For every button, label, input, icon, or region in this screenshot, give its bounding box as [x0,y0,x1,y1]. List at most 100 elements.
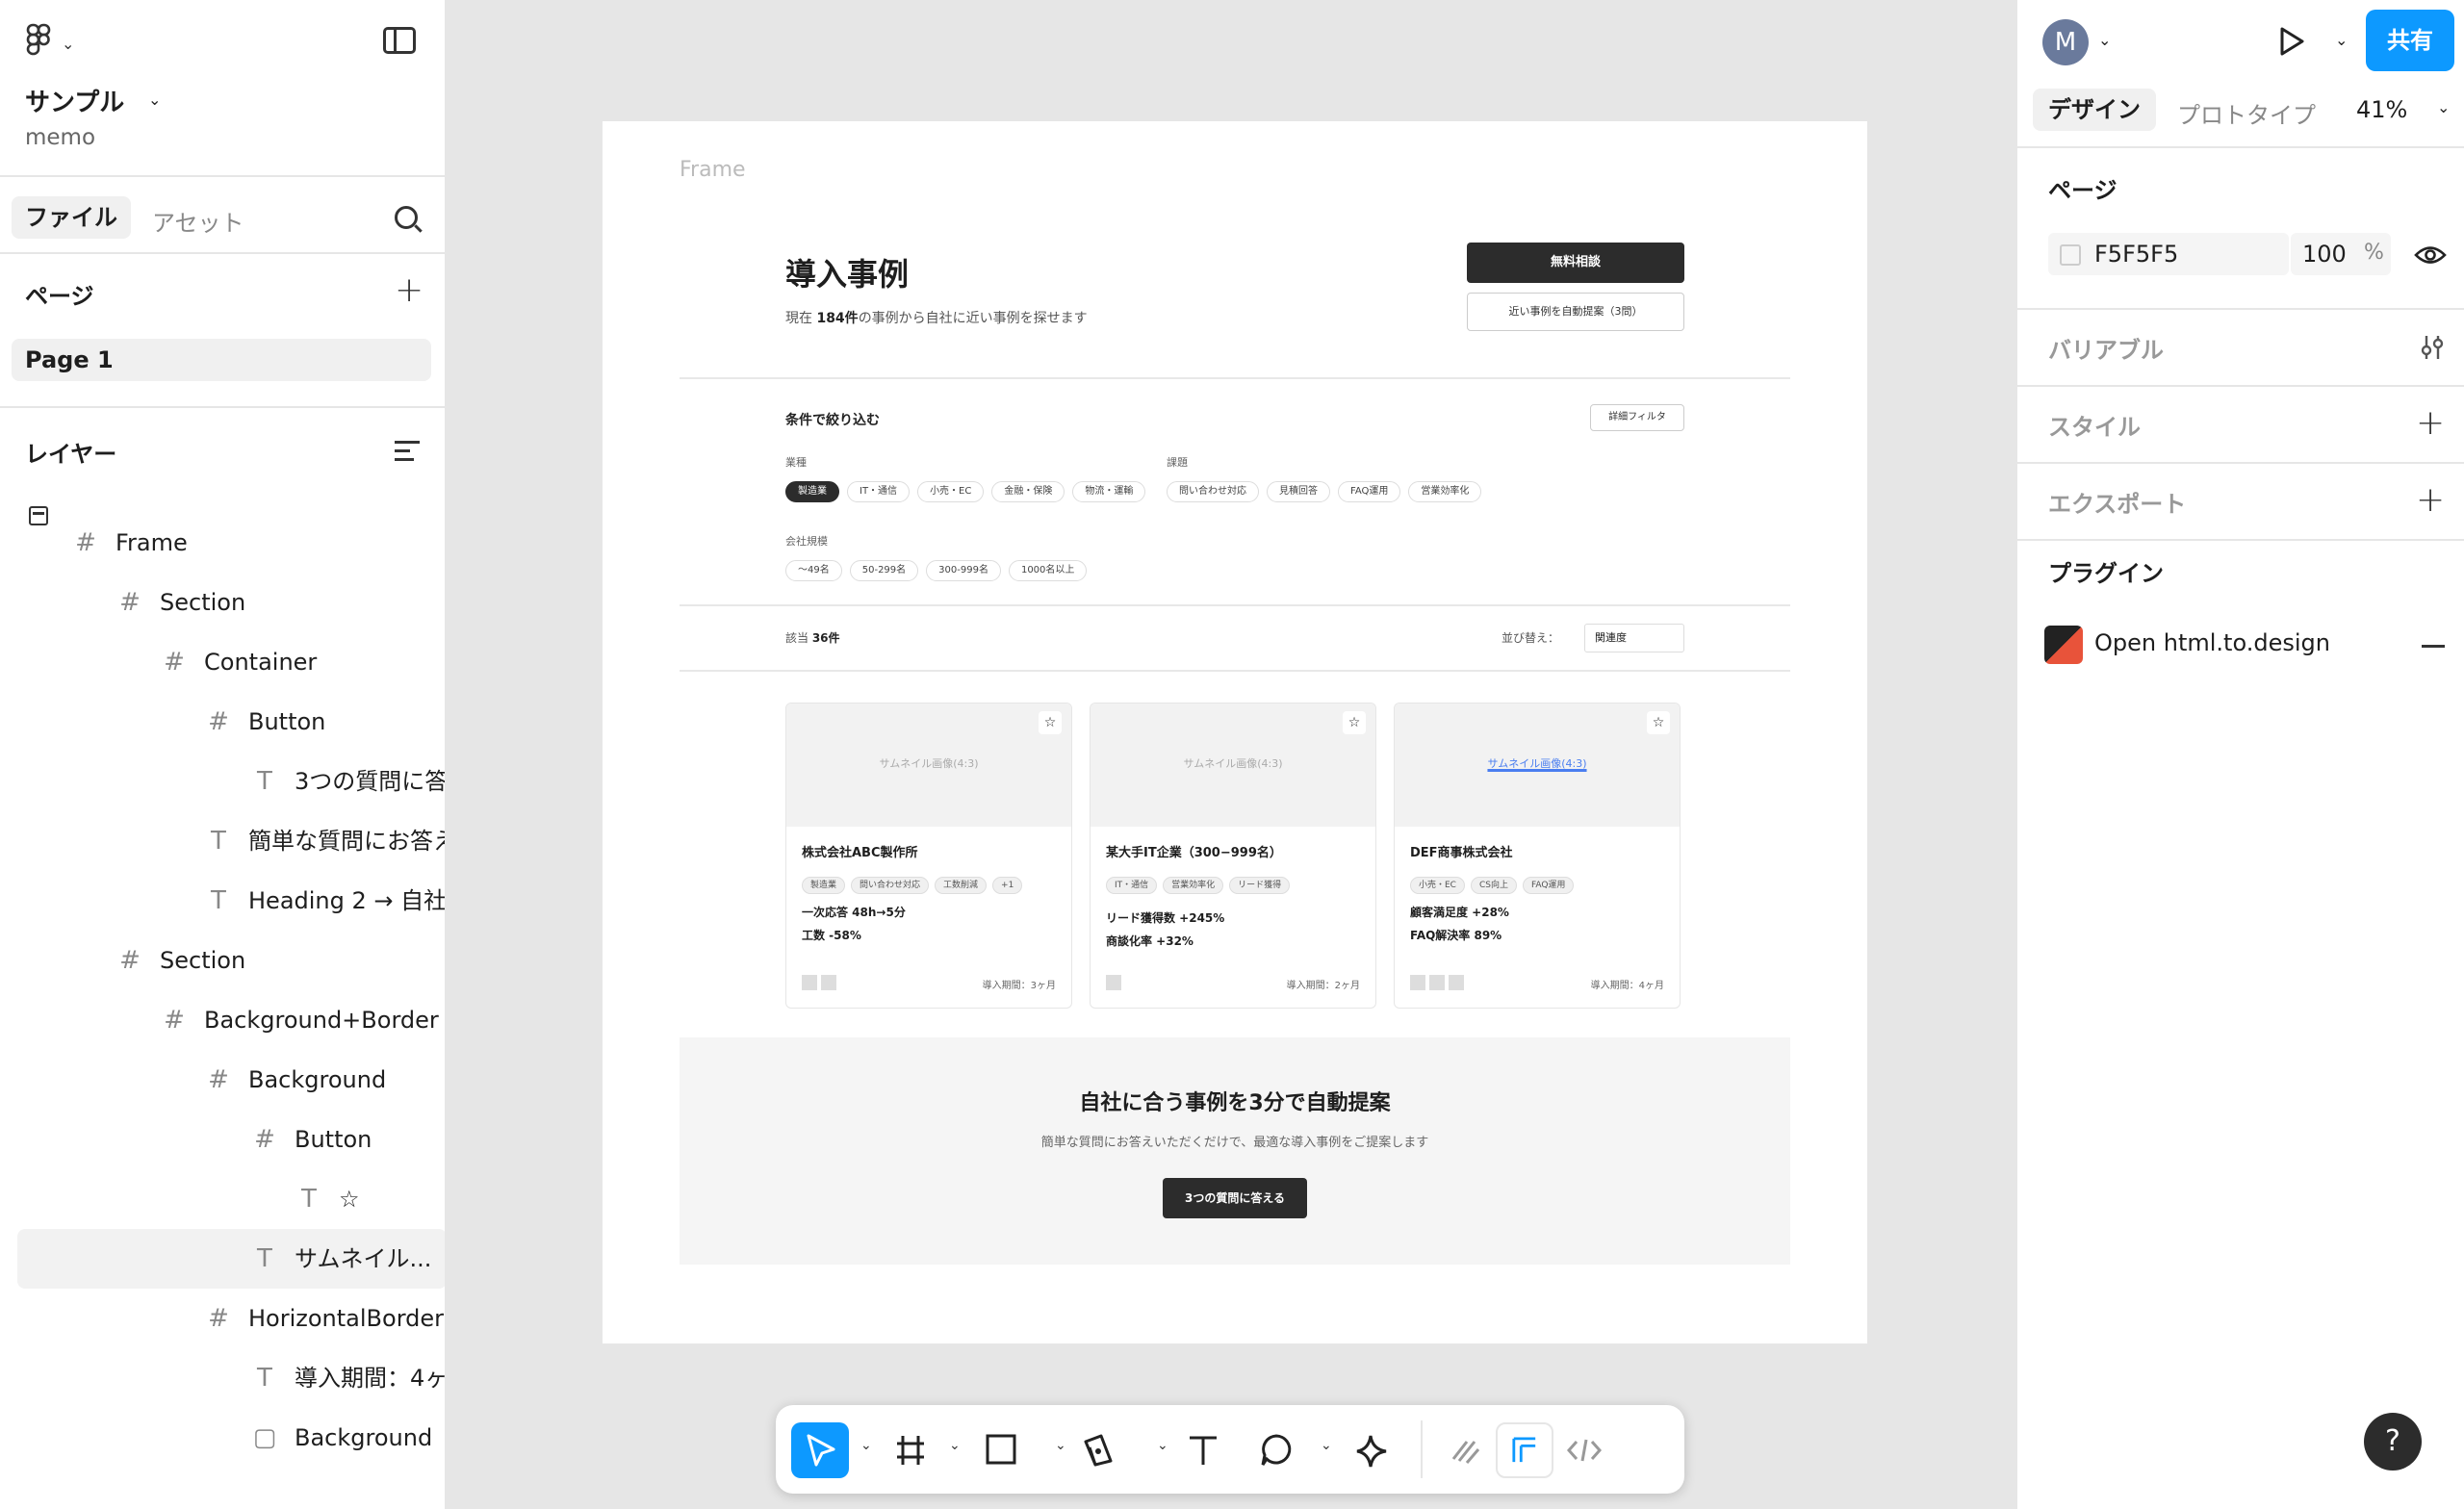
layer-row[interactable]: # Background [0,1050,445,1110]
favorite-button[interactable]: ☆ [1647,711,1670,734]
shape-tool-button[interactable] [972,1422,1030,1478]
tab-prototype[interactable]: プロトタイプ [2177,96,2316,130]
page-color-value[interactable]: F5F5F5 [2094,241,2178,268]
layer-row[interactable]: # Container [0,632,445,692]
case-card[interactable]: サムネイル画像(4:3) ☆ 某大手IT企業（300−999名） IT・通信 営業… [1090,703,1376,1009]
collapse-layers-icon[interactable] [395,441,420,467]
layer-row[interactable]: ▢ Background [0,1408,445,1468]
avatar[interactable]: M [2042,19,2089,65]
filter-title: 条件で絞り込む [785,413,880,428]
filter-chip[interactable]: 〜49名 [785,560,842,581]
company-logos [802,975,840,994]
chevron-down-icon[interactable]: ⌄ [949,1438,961,1453]
filter-chip[interactable]: 物流・運輸 [1072,481,1146,502]
tab-assets[interactable]: アセット [152,204,244,238]
layer-row[interactable]: # Button [0,1110,445,1169]
filter-chip[interactable]: 営業効率化 [1408,481,1482,502]
case-card[interactable]: サムネイル画像(4:3) ☆ DEF商事株式会社 小売・EC CS向上 FAQ運用 … [1394,703,1681,1009]
filter-chip[interactable]: 300-999名 [926,560,1001,581]
play-icon[interactable] [2277,25,2306,58]
canvas[interactable]: Frame 導入事例 現在 184件の事例から自社に近い事例を探せます 無料相談… [449,0,2015,1509]
layer-row[interactable]: # Button [0,692,445,752]
styles-title[interactable]: スタイル [2048,408,2141,442]
layer-row[interactable]: # HorizontalBorder [0,1289,445,1348]
project-name[interactable]: サンプル [25,83,124,118]
layer-row[interactable]: # Section [0,931,445,990]
chevron-down-icon[interactable]: ⌄ [2437,98,2450,116]
filter-chip[interactable]: FAQ運用 [1338,481,1401,502]
layer-row[interactable]: T 簡単な質問にお答え [0,811,445,871]
favorite-button[interactable]: ☆ [1343,711,1366,734]
filter-chip[interactable]: 金融・保険 [991,481,1065,502]
plugin-name[interactable]: Open html.to.design [2094,629,2330,656]
design-frame[interactable]: Frame 導入事例 現在 184件の事例から自社に近い事例を探せます 無料相談… [603,121,1867,1343]
filter-chip[interactable]: 製造業 [785,481,839,502]
comment-tool-button[interactable] [1247,1422,1305,1478]
filter-chip[interactable]: 50-299名 [849,560,919,581]
pen-tool-button[interactable] [1068,1422,1126,1478]
remove-plugin-icon[interactable] [2422,645,2445,648]
styles-section: スタイル + [2017,387,2464,464]
filter-chip[interactable]: IT・通信 [847,481,911,502]
sidebar-toggle-icon[interactable] [383,27,416,54]
layer-row[interactable]: T ☆ [0,1169,445,1229]
implementation-period: 導入期間：3ヶ月 [982,981,1056,991]
sort-select[interactable]: 関連度 [1584,624,1684,652]
detail-filter-button[interactable]: 詳細フィルタ [1590,404,1684,431]
page-item[interactable]: Page 1 [12,339,431,381]
frame-tool-button[interactable] [882,1422,939,1478]
layer-row[interactable]: T 3つの質問に答 [0,752,445,811]
export-title[interactable]: エクスポート [2048,485,2186,519]
variables-title[interactable]: バリアブル [2048,331,2164,365]
filter-chip[interactable]: 1000名以上 [1008,560,1088,581]
layer-row[interactable]: # Frame [0,513,445,573]
page-opacity-value[interactable]: 100 [2302,241,2347,268]
chevron-down-icon[interactable]: ⌄ [1321,1438,1332,1453]
chevron-down-icon[interactable]: ⌄ [148,90,161,109]
chevron-down-icon[interactable]: ⌄ [62,35,74,53]
company-logo [1449,975,1464,990]
variables-icon[interactable] [2418,333,2447,362]
figma-logo-icon[interactable] [25,23,54,58]
search-icon[interactable] [395,206,418,229]
page-color-field[interactable]: F5F5F5 [2048,233,2289,275]
free-consult-button[interactable]: 無料相談 [1467,243,1684,283]
tab-design[interactable]: デザイン [2033,89,2156,131]
zoom-level[interactable]: 41% [2356,96,2407,123]
page-opacity-field[interactable]: 100 % [2291,233,2391,275]
color-swatch[interactable] [2060,244,2081,266]
bottom-toolbar: ⌄ ⌄ ⌄ ⌄ ⌄ [776,1405,1684,1494]
add-export-icon[interactable]: + [2416,483,2445,518]
eye-icon[interactable] [2414,243,2447,268]
chevron-down-icon[interactable]: ⌄ [1055,1438,1066,1453]
layer-row[interactable]: T 導入期間：4ヶ [0,1348,445,1408]
help-button[interactable]: ? [2364,1413,2422,1471]
draw-mode-button[interactable] [1438,1422,1496,1478]
frame-label[interactable]: Frame [680,158,746,182]
layer-row[interactable]: # Section [0,573,445,632]
chevron-down-icon[interactable]: ⌄ [1157,1438,1168,1453]
favorite-button[interactable]: ☆ [1039,711,1062,734]
add-page-icon[interactable]: + [395,273,424,308]
chevron-down-icon[interactable]: ⌄ [2335,31,2348,49]
add-style-icon[interactable]: + [2416,406,2445,441]
text-tool-button[interactable] [1174,1422,1232,1478]
dev-mode-button[interactable] [1555,1422,1613,1478]
layer-row[interactable]: T サムネイル... [17,1229,445,1289]
tab-file[interactable]: ファイル [12,196,131,239]
ai-tool-button[interactable] [1344,1422,1401,1478]
case-tags: 製造業 問い合わせ対応 工数削減 +1 [802,873,1028,894]
case-card[interactable]: サムネイル画像(4:3) ☆ 株式会社ABC製作所 製造業 問い合わせ対応 工数削減… [785,703,1072,1009]
layer-row[interactable]: # Background+Border [0,990,445,1050]
filter-chip[interactable]: 見積回答 [1267,481,1330,502]
move-tool-button[interactable] [791,1422,849,1478]
chevron-down-icon[interactable]: ⌄ [2098,31,2111,49]
design-mode-button[interactable] [1496,1422,1553,1478]
auto-suggest-button[interactable]: 近い事例を自動提案（3問） [1467,293,1684,331]
filter-chip[interactable]: 問い合わせ対応 [1167,481,1259,502]
filter-chip[interactable]: 小売・EC [917,481,985,502]
share-button[interactable]: 共有 [2366,10,2454,71]
layer-row[interactable]: T Heading 2 → 自社に [0,871,445,931]
chevron-down-icon[interactable]: ⌄ [860,1438,872,1453]
answer-questions-button[interactable]: 3つの質問に答える [1163,1178,1307,1218]
